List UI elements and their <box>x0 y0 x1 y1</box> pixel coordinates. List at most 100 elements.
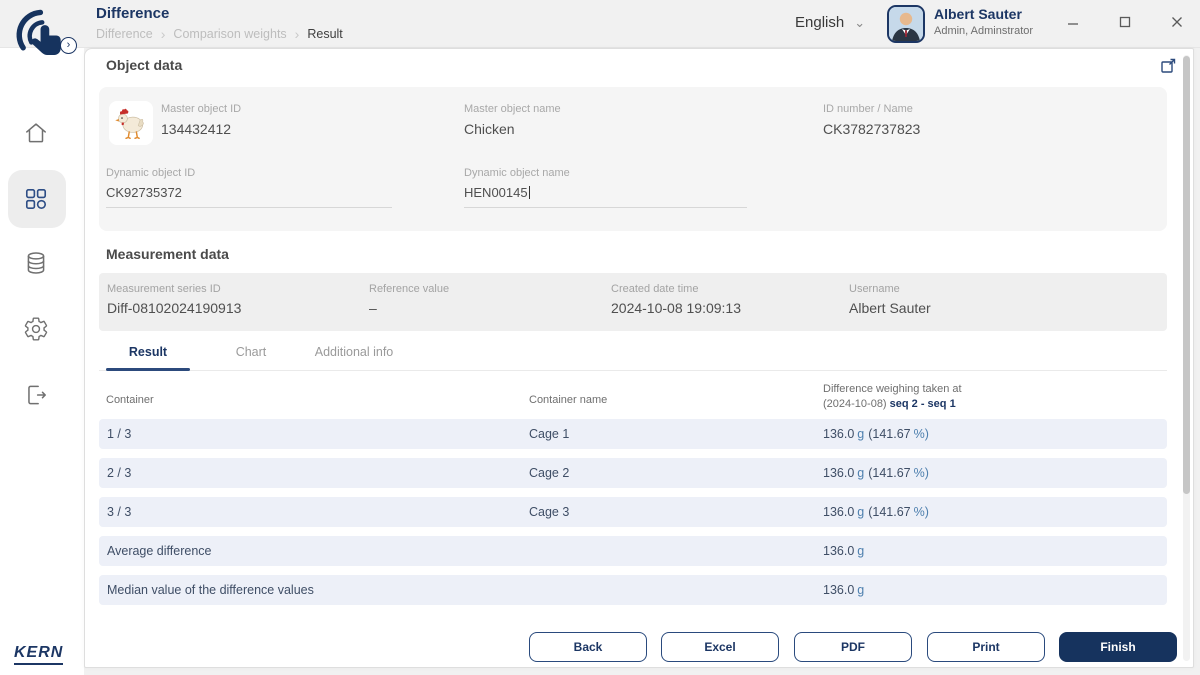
input-text: HEN00145 <box>464 185 528 200</box>
column-header-difference: Difference weighing taken at (2024-10-08… <box>823 383 962 410</box>
home-icon <box>26 123 46 143</box>
summary-label: Median value of the difference values <box>107 583 314 597</box>
sidebar-expand-button[interactable]: › <box>60 37 77 54</box>
pdf-button[interactable]: PDF <box>794 632 912 662</box>
cell-difference-value: 136.0 g (141.67%) <box>823 466 929 480</box>
gear-icon <box>24 317 48 341</box>
page-title: Difference <box>96 5 170 22</box>
active-tab-indicator <box>106 368 190 371</box>
maximize-button[interactable] <box>1116 13 1134 31</box>
cell-difference-value: 136.0 g (141.67%) <box>823 427 929 441</box>
summary-value: 136.0 g <box>823 583 865 597</box>
window-controls <box>1064 13 1186 31</box>
cell-container: 2 / 3 <box>107 466 132 480</box>
dynamic-object-id-input[interactable]: CK92735372 <box>106 185 392 208</box>
minimize-button[interactable] <box>1064 13 1082 31</box>
scrollbar-thumb[interactable] <box>1183 56 1190 494</box>
cell-difference-value: 136.0 g (141.67%) <box>823 505 929 519</box>
back-button[interactable]: Back <box>529 632 647 662</box>
dynamic-object-name-input[interactable]: HEN00145 <box>464 185 747 208</box>
grid-icon <box>25 188 47 210</box>
text-cursor <box>528 186 531 199</box>
fullscreen-expand-icon[interactable] <box>1160 57 1177 74</box>
column-header-container-name: Container name <box>529 394 608 406</box>
tab-result[interactable]: Result <box>106 345 190 359</box>
field-value: 2024-10-08 19:09:13 <box>611 300 741 316</box>
field-label: Master object name <box>464 103 561 115</box>
field-id-number-name: ID number / Name CK3782737823 <box>823 103 920 137</box>
field-value: Diff-08102024190913 <box>107 300 242 316</box>
kern-logo: KERN <box>14 644 64 665</box>
breadcrumb-item[interactable]: Difference <box>96 27 153 41</box>
field-dynamic-object-name: Dynamic object name HEN00145 <box>464 167 747 208</box>
summary-label: Average difference <box>107 544 212 558</box>
object-image-thumbnail[interactable] <box>109 101 153 145</box>
breadcrumb-item-current: Result <box>307 27 343 41</box>
user-info[interactable]: Albert Sauter Admin, Adminstrator <box>934 6 1033 37</box>
cell-container-name: Cage 2 <box>529 466 570 480</box>
field-label: Reference value <box>369 283 450 295</box>
avatar[interactable] <box>887 5 925 43</box>
field-master-object-id: Master object ID 134432412 <box>161 103 241 137</box>
table-row[interactable]: 3 / 3 Cage 3 136.0 g (141.67%) <box>99 497 1167 527</box>
field-label: Created date time <box>611 283 699 295</box>
field-label: Master object ID <box>161 103 242 115</box>
sidebar-item-settings[interactable] <box>23 316 49 342</box>
database-icon <box>27 252 45 274</box>
field-reference-value: Reference value – <box>369 283 449 316</box>
finish-button[interactable]: Finish <box>1059 632 1177 662</box>
field-value: – <box>369 300 377 316</box>
sidebar-item-home[interactable] <box>23 120 49 146</box>
section-heading-measurement-data: Measurement data <box>106 246 229 262</box>
content-panel: Object data Master object ID 134432412 M… <box>84 48 1194 668</box>
breadcrumb-item[interactable]: Comparison weights <box>173 27 286 41</box>
field-value: 134432412 <box>161 121 232 137</box>
app-logo-touch-icon <box>15 7 73 65</box>
user-role: Admin, Adminstrator <box>934 25 1034 37</box>
sidebar: KERN <box>0 48 84 675</box>
field-label: Username <box>849 283 900 295</box>
chicken-icon <box>115 108 144 140</box>
apps-grid-icon[interactable] <box>23 186 49 212</box>
breadcrumb-separator-icon: › <box>160 26 166 42</box>
field-created-date-time: Created date time 2024-10-08 19:09:13 <box>611 283 741 316</box>
object-data-panel: Master object ID 134432412 Master object… <box>99 87 1167 231</box>
summary-value: 136.0 g <box>823 544 865 558</box>
sidebar-item-database[interactable] <box>23 250 49 276</box>
close-button[interactable] <box>1168 13 1186 31</box>
field-label: Dynamic object ID <box>106 167 196 179</box>
column-header-container: Container <box>106 394 154 406</box>
table-summary-row: Median value of the difference values 13… <box>99 575 1167 605</box>
field-username: Username Albert Sauter <box>849 283 931 316</box>
table-row[interactable]: 1 / 3 Cage 1 136.0 g (141.67%) <box>99 419 1167 449</box>
tab-additional-info[interactable]: Additional info <box>302 345 406 359</box>
language-selector[interactable]: English ⌄ <box>795 14 865 31</box>
user-name: Albert Sauter <box>934 6 1022 22</box>
cell-container-name: Cage 1 <box>529 427 570 441</box>
user-photo <box>889 7 923 41</box>
column-header-date: (2024-10-08) <box>823 398 887 410</box>
field-value: CK3782737823 <box>823 121 921 137</box>
cell-container: 1 / 3 <box>107 427 132 441</box>
column-header-line1: Difference weighing taken at <box>823 383 962 395</box>
measurement-summary-strip: Measurement series ID Diff-0810202419091… <box>99 273 1167 331</box>
section-heading-object-data: Object data <box>106 57 183 73</box>
field-dynamic-object-id: Dynamic object ID CK92735372 <box>106 167 392 208</box>
scrollbar-track[interactable] <box>1183 55 1190 661</box>
print-button[interactable]: Print <box>927 632 1045 662</box>
field-value: Albert Sauter <box>849 300 931 316</box>
table-row[interactable]: 2 / 3 Cage 2 136.0 g (141.67%) <box>99 458 1167 488</box>
cell-container: 3 / 3 <box>107 505 132 519</box>
field-label: Measurement series ID <box>107 283 221 295</box>
field-master-object-name: Master object name Chicken <box>464 103 561 137</box>
logout-icon <box>28 385 46 405</box>
breadcrumb: Difference › Comparison weights › Result <box>96 26 343 42</box>
field-value: Chicken <box>464 121 515 137</box>
excel-button[interactable]: Excel <box>661 632 779 662</box>
sidebar-item-logout[interactable] <box>23 382 49 408</box>
column-header-sequence: seq 2 - seq 1 <box>889 398 956 410</box>
chevron-down-icon: ⌄ <box>854 14 866 30</box>
language-label: English <box>795 14 845 31</box>
tab-chart[interactable]: Chart <box>209 345 293 359</box>
tab-bar: Result Chart Additional info <box>99 343 1167 371</box>
